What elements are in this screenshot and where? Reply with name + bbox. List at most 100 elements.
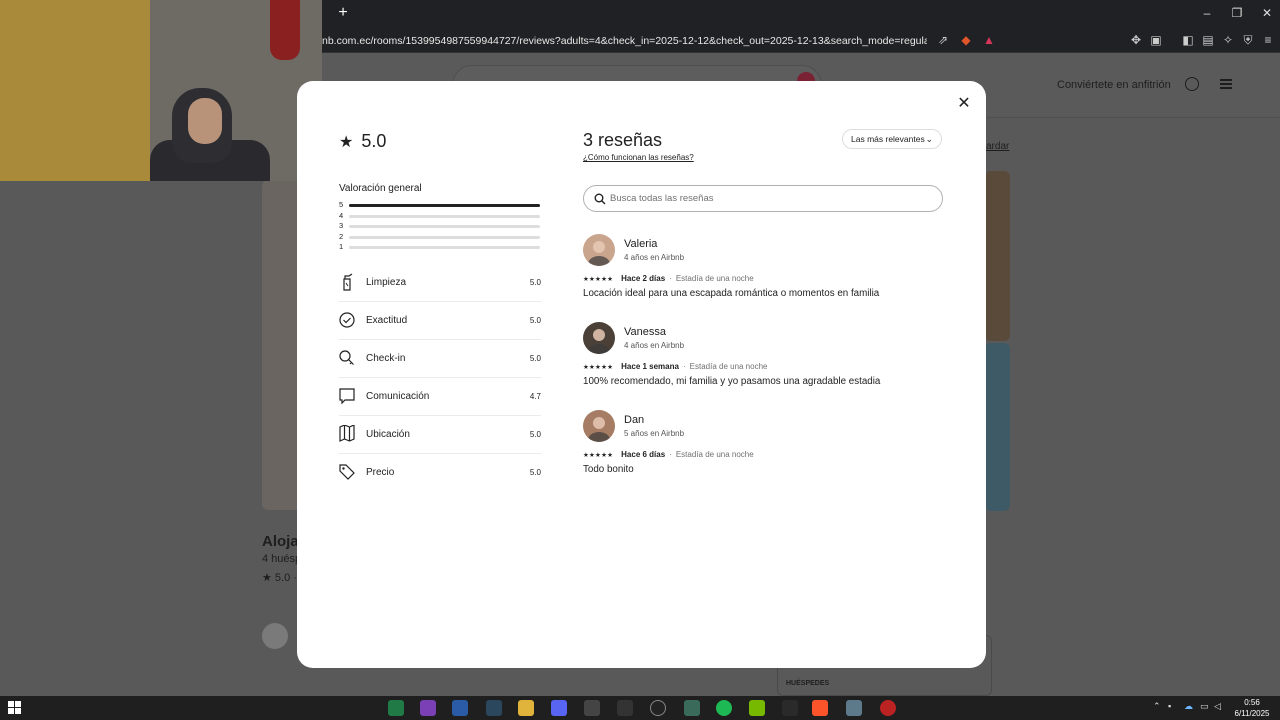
github-icon[interactable]: [650, 700, 666, 716]
review-stars: ★★★★★: [583, 452, 614, 459]
system-clock[interactable]: 0:56 6/11/2025: [1228, 697, 1276, 719]
review-search-input[interactable]: [610, 190, 930, 207]
windows-taskbar: ⌃ ▪ ☁ ▭ ◁ 0:56 6/11/2025: [0, 696, 1280, 720]
leo-ai-icon[interactable]: ✧: [1220, 32, 1236, 48]
meta-separator: ·: [669, 450, 672, 459]
app-icon[interactable]: [846, 700, 862, 716]
globe-icon[interactable]: [1185, 77, 1199, 91]
review-search[interactable]: [583, 185, 943, 212]
category-value: 4.7: [529, 392, 541, 401]
review-meta: ★★★★★ Hace 6 días · Estadía de una noche: [583, 450, 754, 459]
reviews-modal: ✕ ★ 5.0 Valoración general 54321 Limpieza…: [297, 81, 986, 668]
distribution-row: 1: [339, 243, 541, 254]
epic-games-icon[interactable]: [782, 700, 798, 716]
brave-browser-icon[interactable]: [812, 700, 828, 716]
spotify-icon[interactable]: [716, 700, 732, 716]
category-row-ubicaci-n: Ubicación 5.0: [339, 416, 541, 454]
app-icon[interactable]: [880, 700, 896, 716]
reviewer-name: Valeria: [624, 238, 658, 250]
overall-rating-label: Valoración general: [339, 183, 422, 194]
discord-icon[interactable]: [551, 700, 567, 716]
distribution-star-label: 2: [339, 231, 344, 241]
onedrive-icon[interactable]: ☁: [1184, 701, 1193, 712]
vpn-icon[interactable]: ⛨: [1240, 32, 1256, 48]
reviewer-avatar[interactable]: [583, 234, 615, 266]
windows-start-icon[interactable]: [8, 701, 22, 715]
nvidia-icon[interactable]: [749, 700, 765, 716]
review-date: Hace 6 días: [621, 450, 666, 459]
category-row-precio: Precio 5.0: [339, 454, 541, 492]
tray-chevron-icon[interactable]: ⌃: [1153, 701, 1161, 712]
reviewer-avatar[interactable]: [583, 322, 615, 354]
onenote-icon[interactable]: [420, 700, 436, 716]
review-meta: ★★★★★ Hace 2 días · Estadía de una noche: [583, 274, 754, 283]
category-label: Comunicación: [366, 391, 430, 402]
chat-bubble-icon: [339, 387, 355, 405]
distribution-star-label: 4: [339, 210, 344, 220]
steam-icon[interactable]: [486, 700, 502, 716]
clock-date: 6/11/2025: [1234, 709, 1270, 718]
sort-dropdown[interactable]: Las más relevantes ⌄: [842, 129, 942, 149]
meta-separator: ·: [669, 274, 672, 283]
distribution-row: 3: [339, 222, 541, 233]
category-value: 5.0: [529, 468, 541, 477]
excel-icon[interactable]: [388, 700, 404, 716]
review-meta: ★★★★★ Hace 1 semana · Estadía de una noche: [583, 362, 767, 371]
category-label: Limpieza: [366, 277, 407, 288]
distribution-bar-track: [349, 204, 540, 207]
reviewer-avatar[interactable]: [583, 410, 615, 442]
word-icon[interactable]: [452, 700, 468, 716]
category-row-comunicaci-n: Comunicación 4.7: [339, 378, 541, 416]
become-host-link[interactable]: Conviértete en anfitrión: [1057, 79, 1171, 91]
obs-icon[interactable]: [617, 700, 633, 716]
guests-label: HUÉSPEDES: [786, 680, 830, 687]
distribution-bar-track: [349, 214, 540, 218]
minimize-button[interactable]: –: [1192, 4, 1222, 22]
overall-score-value: 5.0: [361, 131, 387, 151]
how-reviews-work-link[interactable]: ¿Cómo funcionan las reseñas?: [583, 153, 694, 162]
reviewer-tenure: 4 años en Airbnb: [624, 253, 685, 262]
screenshot-icon[interactable]: ▣: [1148, 32, 1164, 48]
category-label: Precio: [366, 467, 395, 478]
category-label: Check-in: [366, 353, 406, 364]
reviewer-tenure: 5 años en Airbnb: [624, 429, 685, 438]
reviews-count-title: 3 reseñas: [583, 130, 663, 150]
save-link[interactable]: ardar: [986, 141, 1009, 152]
menu-icon[interactable]: ≡: [1260, 32, 1276, 48]
network-icon[interactable]: ▭: [1200, 701, 1209, 712]
review-stars: ★★★★★: [583, 364, 614, 371]
listing-photo: [985, 343, 1010, 511]
close-window-button[interactable]: ✕: [1252, 4, 1280, 22]
brave-shield-icon[interactable]: ◆: [958, 32, 974, 48]
reviewer-name: Vanessa: [624, 326, 666, 338]
brave-rewards-icon[interactable]: ▲: [981, 32, 997, 48]
hamburger-menu-icon[interactable]: [1220, 79, 1232, 89]
app-icon[interactable]: [684, 700, 700, 716]
review-stay-type: Estadía de una noche: [675, 450, 754, 459]
wallet-icon[interactable]: ▤: [1200, 32, 1216, 48]
share-icon[interactable]: ⇗: [935, 32, 951, 48]
close-modal-button[interactable]: ✕: [954, 94, 974, 114]
review-text: Todo bonito: [583, 464, 634, 475]
url-field[interactable]: nb.com.ec/rooms/1539954987559944727/revi…: [322, 32, 927, 50]
mouse-cursor: [844, 372, 849, 377]
file-explorer-icon[interactable]: [518, 700, 534, 716]
app-icon[interactable]: [584, 700, 600, 716]
listing-title: Aloja: [262, 533, 299, 550]
new-tab-button[interactable]: +: [334, 4, 352, 22]
review-stars: ★★★★★: [583, 276, 614, 283]
review-item: Valeria 4 años en Airbnb ★★★★★ Hace 2 días ·…: [583, 234, 943, 314]
host-avatar: [262, 623, 288, 649]
restore-button[interactable]: ❐: [1222, 4, 1252, 22]
sidebar-icon[interactable]: ◧: [1180, 32, 1196, 48]
listing-photo: [262, 180, 302, 510]
volume-icon[interactable]: ◁: [1214, 701, 1221, 712]
review-stay-type: Estadía de una noche: [689, 362, 768, 371]
chevron-down-icon: ⌄: [925, 134, 933, 144]
rating-distribution: 54 32 1: [339, 201, 541, 254]
meta-separator: ·: [682, 362, 686, 371]
distribution-row: 5: [339, 201, 541, 212]
category-label: Ubicación: [366, 429, 410, 440]
tray-app-icon[interactable]: ▪: [1168, 701, 1171, 711]
extensions-icon[interactable]: ✥: [1128, 32, 1144, 48]
